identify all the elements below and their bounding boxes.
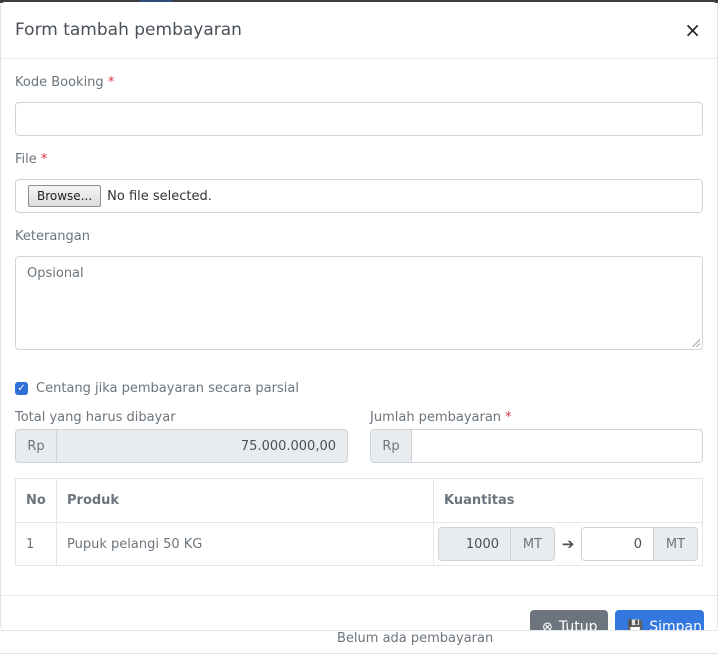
available-quantity-group: 1000 MT <box>438 527 555 561</box>
total-input-group: Rp 75.000.000,00 <box>15 429 348 463</box>
check-icon: ✓ <box>17 383 26 394</box>
close-button-label: Tutup <box>558 619 598 630</box>
input-quantity-group: 0 MT <box>581 527 698 561</box>
times-circle-icon: ⊗ <box>542 619 553 631</box>
arrow-right-icon: ➔ <box>561 535 575 553</box>
kode-booking-label: Kode Booking * <box>15 75 114 90</box>
column-header-no: No <box>15 478 57 523</box>
kode-booking-label-text: Kode Booking <box>15 75 104 90</box>
file-label: File * <box>15 152 47 167</box>
close-button[interactable]: ⊗ Tutup <box>530 610 608 630</box>
column-header-kuantitas: Kuantitas <box>433 478 703 523</box>
partial-payment-checkbox[interactable]: ✓ <box>15 382 28 395</box>
available-quantity-field: 1000 <box>438 527 511 561</box>
kode-booking-input[interactable] <box>15 102 703 136</box>
close-icon[interactable]: × <box>684 20 703 40</box>
cell-no: 1 <box>15 522 57 566</box>
keterangan-textarea[interactable]: Opsional <box>15 256 703 350</box>
save-icon: 💾 <box>627 619 644 631</box>
jumlah-input-group: Rp <box>370 429 703 463</box>
keterangan-label: Keterangan <box>15 229 90 244</box>
table-row: 1 Pupuk pelangi 50 KG 1000 MT ➔ 0 MT <box>15 522 703 566</box>
jumlah-label-text: Jumlah pembayaran <box>370 410 502 425</box>
available-quantity-unit: MT <box>511 527 555 561</box>
column-header-produk: Produk <box>56 478 434 523</box>
empty-payments-text: Belum ada pembayaran <box>337 631 494 646</box>
required-mark: * <box>40 152 48 167</box>
browse-button[interactable]: Browse... <box>28 185 102 207</box>
total-currency-prefix: Rp <box>15 429 57 463</box>
payment-modal: Form tambah pembayaran × Kode Booking * … <box>0 2 718 630</box>
keterangan-placeholder: Opsional <box>27 266 84 281</box>
product-table: No Produk Kuantitas 1 Pupuk pelangi 50 K… <box>15 478 703 566</box>
input-quantity-unit: MT <box>654 527 698 561</box>
jumlah-label: Jumlah pembayaran * <box>370 410 512 425</box>
total-amount-field: 75.000.000,00 <box>57 429 348 463</box>
required-mark: * <box>107 75 115 90</box>
cell-kuantitas: 1000 MT ➔ 0 MT <box>433 522 703 566</box>
file-label-text: File <box>15 152 37 167</box>
total-label: Total yang harus dibayar <box>15 410 176 425</box>
jumlah-amount-input[interactable] <box>412 429 703 463</box>
jumlah-currency-prefix: Rp <box>370 429 412 463</box>
background-divider <box>0 653 718 654</box>
footer-divider <box>1 595 717 596</box>
file-input[interactable]: Browse... No file selected. <box>15 179 703 213</box>
partial-payment-label: Centang jika pembayaran secara parsial <box>36 381 299 396</box>
quantity-input[interactable]: 0 <box>581 527 654 561</box>
resize-grip-icon[interactable] <box>692 339 700 347</box>
quantity-controls: 1000 MT ➔ 0 MT <box>438 527 698 561</box>
table-header-row: No Produk Kuantitas <box>15 478 703 523</box>
required-mark: * <box>505 410 512 425</box>
modal-header: Form tambah pembayaran × <box>1 2 717 59</box>
partial-payment-row: ✓ Centang jika pembayaran secara parsial <box>15 381 299 396</box>
modal-title: Form tambah pembayaran <box>15 20 242 40</box>
cell-produk: Pupuk pelangi 50 KG <box>56 522 434 566</box>
background-page: Belum ada pembayaran <box>0 630 718 665</box>
file-status: No file selected. <box>107 188 212 204</box>
save-button-label: Simpan <box>649 619 702 630</box>
save-button[interactable]: 💾 Simpan <box>615 610 704 630</box>
